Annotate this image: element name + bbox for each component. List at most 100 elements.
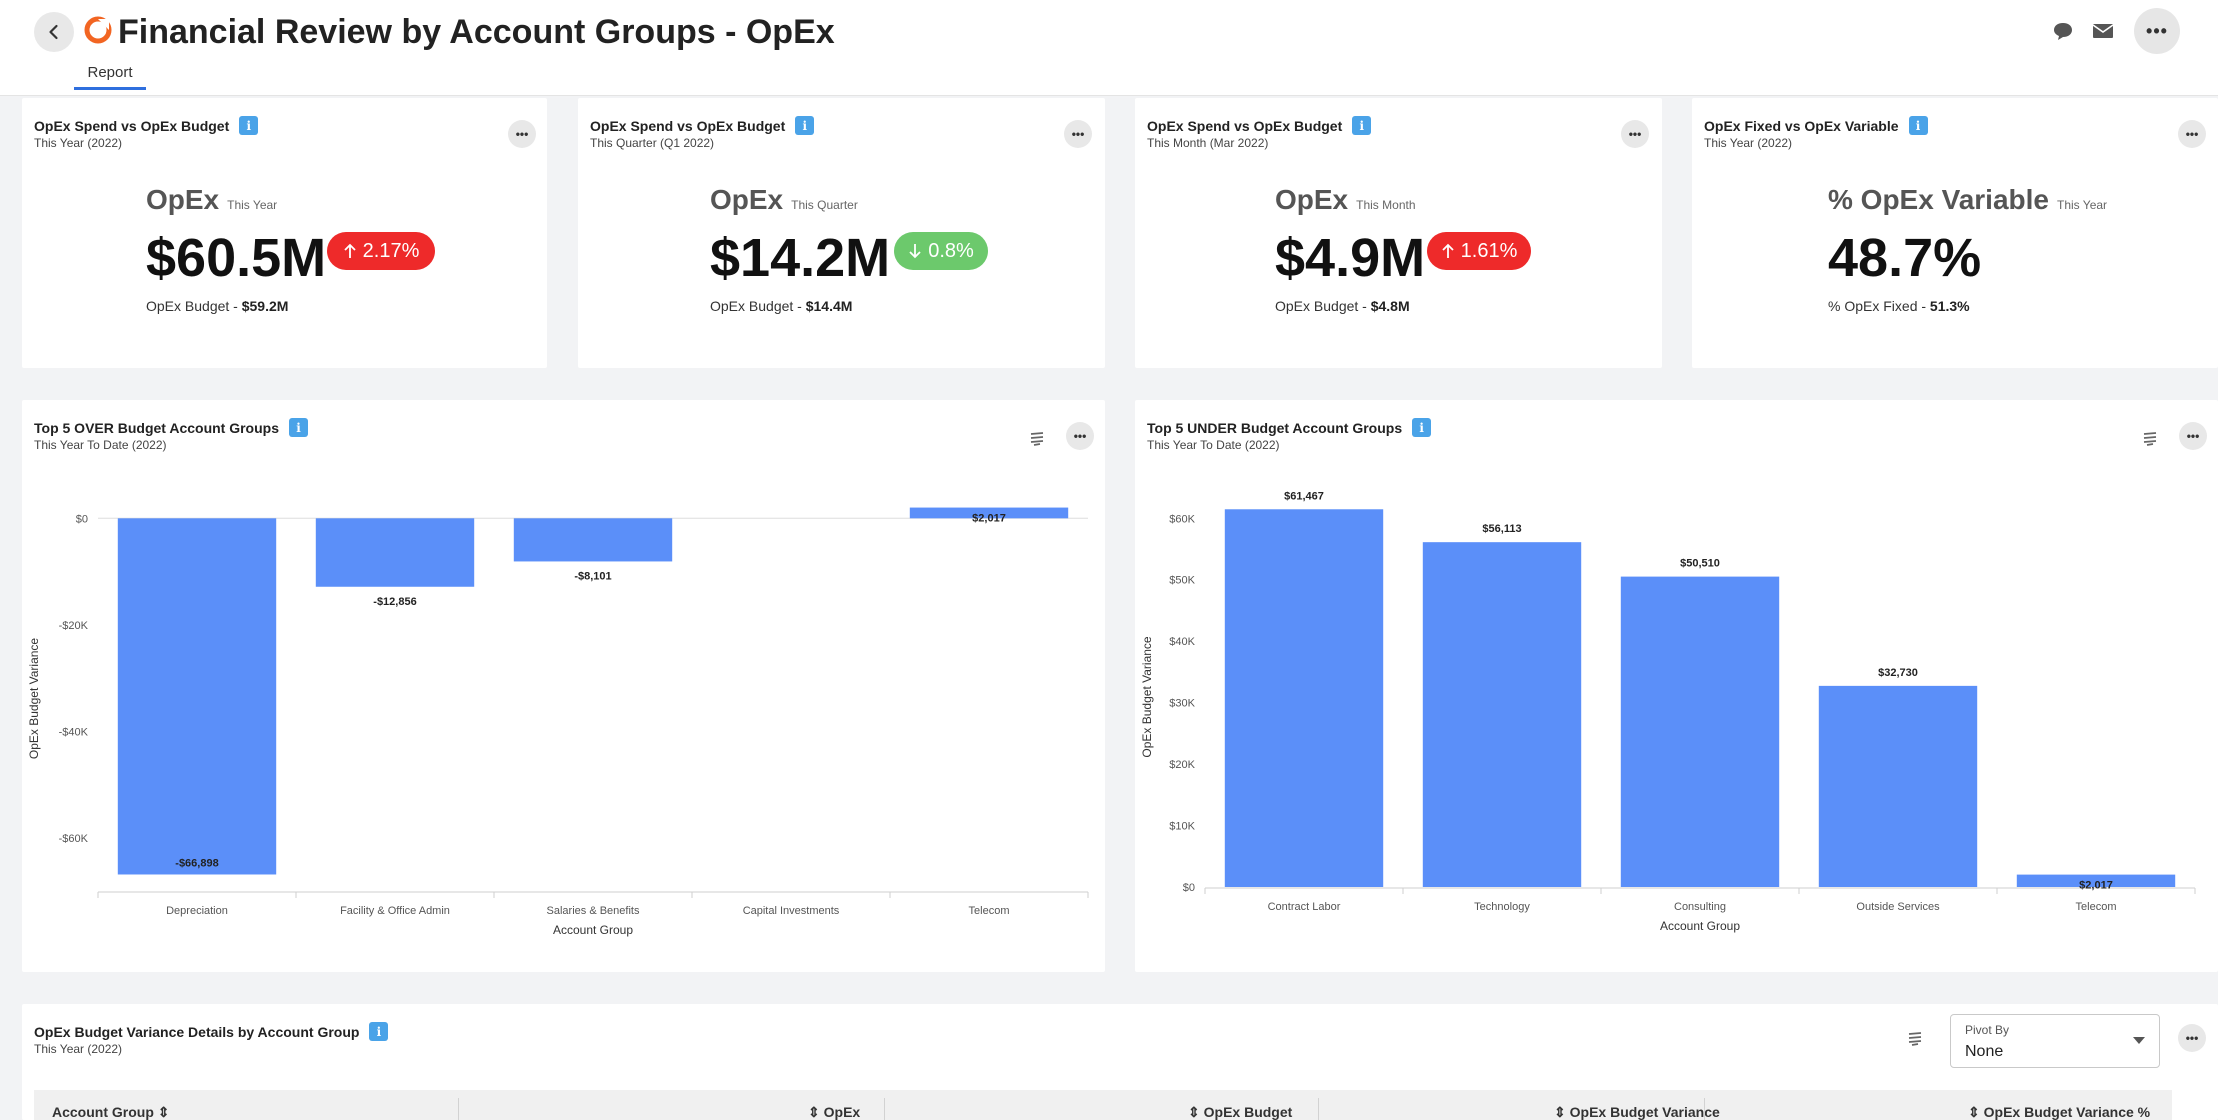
kpi-footnote: OpEx Budget - $4.8M	[1275, 298, 1410, 314]
more-icon: •••	[1071, 127, 1085, 141]
info-icon[interactable]: i	[369, 1022, 389, 1041]
kpi-value: 48.7%	[1828, 228, 1982, 288]
pivot-by-select[interactable]: Pivot By None	[1950, 1014, 2160, 1068]
y-axis-title: OpEx Budget Variance	[1140, 636, 1154, 758]
y-tick-label: $30K	[1169, 698, 1195, 710]
card-more-button[interactable]: •••	[1621, 120, 1649, 148]
data-label: $2,017	[2079, 880, 2113, 892]
table-header-row: Account Group ⇕ ⇕ OpEx ⇕ OpEx Budget ⇕ O…	[34, 1090, 2172, 1120]
app-logo-icon	[84, 16, 112, 44]
info-icon[interactable]: i	[1352, 116, 1372, 135]
kpi-label: OpEx	[710, 184, 784, 215]
info-icon[interactable]: i	[795, 116, 815, 135]
kpi-value: $14.2M	[710, 228, 891, 288]
header-more-button[interactable]: •••	[2134, 8, 2180, 54]
x-axis-title: Account Group	[553, 923, 633, 937]
card-subtitle: This Year (2022)	[1704, 136, 1793, 150]
filter-button[interactable]	[1906, 1030, 1924, 1048]
kpi-footnote: OpEx Budget - $14.4M	[710, 298, 853, 314]
x-tick-label: Consulting	[1674, 901, 1726, 913]
pivot-value: None	[1965, 1043, 2004, 1060]
y-tick-label: $60K	[1169, 513, 1195, 525]
data-label: $32,730	[1878, 667, 1918, 679]
kpi-footnote: OpEx Budget - $59.2M	[146, 298, 289, 314]
back-button[interactable]	[34, 12, 74, 52]
column-divider	[884, 1098, 885, 1120]
y-axis-title: OpEx Budget Variance	[27, 638, 41, 760]
mail-icon	[2092, 24, 2114, 38]
chart-card-over-budget: Top 5 OVER Budget Account Groups i This Y…	[22, 400, 1105, 972]
card-subtitle: This Quarter (Q1 2022)	[590, 136, 715, 150]
column-header-opex-budget-variance-pct[interactable]: ⇕ OpEx Budget Variance %	[1968, 1104, 2150, 1120]
chat-icon	[2054, 23, 2072, 40]
kpi-period: This Year	[227, 198, 278, 212]
data-label: -$66,898	[175, 857, 218, 869]
more-icon: •••	[2185, 1031, 2199, 1045]
bar-chart-over-budget: $0 -$20K -$40K -$60K -$66,898 Depreciation -$1…	[27, 507, 1089, 937]
info-icon[interactable]: i	[1908, 116, 1928, 135]
x-tick-label: Salaries & Benefits	[547, 905, 640, 917]
kpi-label: % OpEx Variable	[1828, 184, 2049, 215]
kpi-card-opex-quarter: OpEx Spend vs OpEx Budget i This Quarter …	[578, 98, 1105, 368]
kpi-card-opex-variable: OpEx Fixed vs OpEx Variable i This Year (…	[1692, 98, 2218, 368]
bar	[1620, 576, 1780, 887]
y-tick-label: -$40K	[59, 726, 89, 738]
y-tick-label: $20K	[1169, 759, 1195, 771]
column-header-opex-budget-variance[interactable]: ⇕ OpEx Budget Variance	[1554, 1104, 1720, 1120]
kpi-period: This Year	[2057, 198, 2108, 212]
card-more-button[interactable]: •••	[2178, 120, 2206, 148]
card-more-button[interactable]: •••	[1064, 120, 1092, 148]
y-tick-label: $40K	[1169, 636, 1195, 648]
kpi-change-badge: 2.17%	[327, 232, 435, 270]
x-tick-label: Facility & Office Admin	[340, 905, 450, 917]
card-subtitle: This Month (Mar 2022)	[1147, 136, 1269, 150]
kpi-period: This Quarter	[791, 198, 858, 212]
x-tick-label: Technology	[1474, 901, 1530, 913]
info-icon[interactable]: i	[239, 116, 259, 135]
y-tick-label: $50K	[1169, 575, 1195, 587]
page-title: Financial Review by Account Groups - OpE…	[118, 13, 835, 51]
y-tick-label: $0	[76, 513, 88, 525]
card-title: OpEx Budget Variance Details by Account …	[34, 1023, 360, 1040]
more-icon: •••	[2146, 20, 2168, 41]
kpi-change-badge: 0.8%	[894, 232, 988, 270]
kpi-footnote: % OpEx Fixed - 51.3%	[1828, 298, 1970, 314]
kpi-card-opex-month: OpEx Spend vs OpEx Budget i This Month (M…	[1135, 98, 1662, 368]
card-title: OpEx Spend vs OpEx Budget	[34, 117, 230, 134]
kpi-period: This Month	[1356, 198, 1416, 212]
sort-icon: ⇕	[1968, 1104, 1980, 1120]
chevron-left-icon	[49, 24, 58, 40]
y-tick-label: -$60K	[59, 833, 89, 845]
kpi-label: OpEx	[146, 184, 220, 215]
sort-icon: ⇕	[808, 1104, 820, 1120]
chart-card-under-budget: Top 5 UNDER Budget Account Groups i This …	[1135, 400, 2218, 972]
card-title: OpEx Spend vs OpEx Budget	[590, 117, 786, 134]
data-label: $50,510	[1680, 558, 1720, 570]
tab-report[interactable]: Report	[74, 64, 146, 90]
y-tick-label: $10K	[1169, 821, 1195, 833]
chat-button[interactable]	[2050, 18, 2076, 44]
data-label: -$8,101	[574, 570, 611, 582]
mail-button[interactable]	[2090, 18, 2116, 44]
column-header-opex[interactable]: ⇕ OpEx	[808, 1104, 860, 1120]
column-divider	[1704, 1098, 1705, 1120]
more-icon: •••	[515, 127, 529, 141]
x-tick-label: Telecom	[2076, 901, 2117, 913]
pivot-label: Pivot By	[1965, 1023, 2010, 1037]
bar	[315, 518, 475, 587]
data-label: $2,017	[972, 513, 1006, 525]
bar	[513, 518, 673, 562]
sort-icon: ⇕	[1188, 1104, 1200, 1120]
bar	[1818, 685, 1978, 887]
x-tick-label: Capital Investments	[743, 905, 840, 917]
bar	[1224, 509, 1384, 887]
x-axis-title: Account Group	[1660, 919, 1740, 933]
kpi-label: OpEx	[1275, 184, 1349, 215]
table-more-button[interactable]: •••	[2178, 1024, 2206, 1052]
column-header-opex-budget[interactable]: ⇕ OpEx Budget	[1188, 1104, 1292, 1120]
bar	[1422, 542, 1582, 887]
column-divider	[1318, 1098, 1319, 1120]
card-more-button[interactable]: •••	[508, 120, 536, 148]
x-tick-label: Telecom	[969, 905, 1010, 917]
column-header-account-group[interactable]: Account Group ⇕	[52, 1104, 170, 1120]
